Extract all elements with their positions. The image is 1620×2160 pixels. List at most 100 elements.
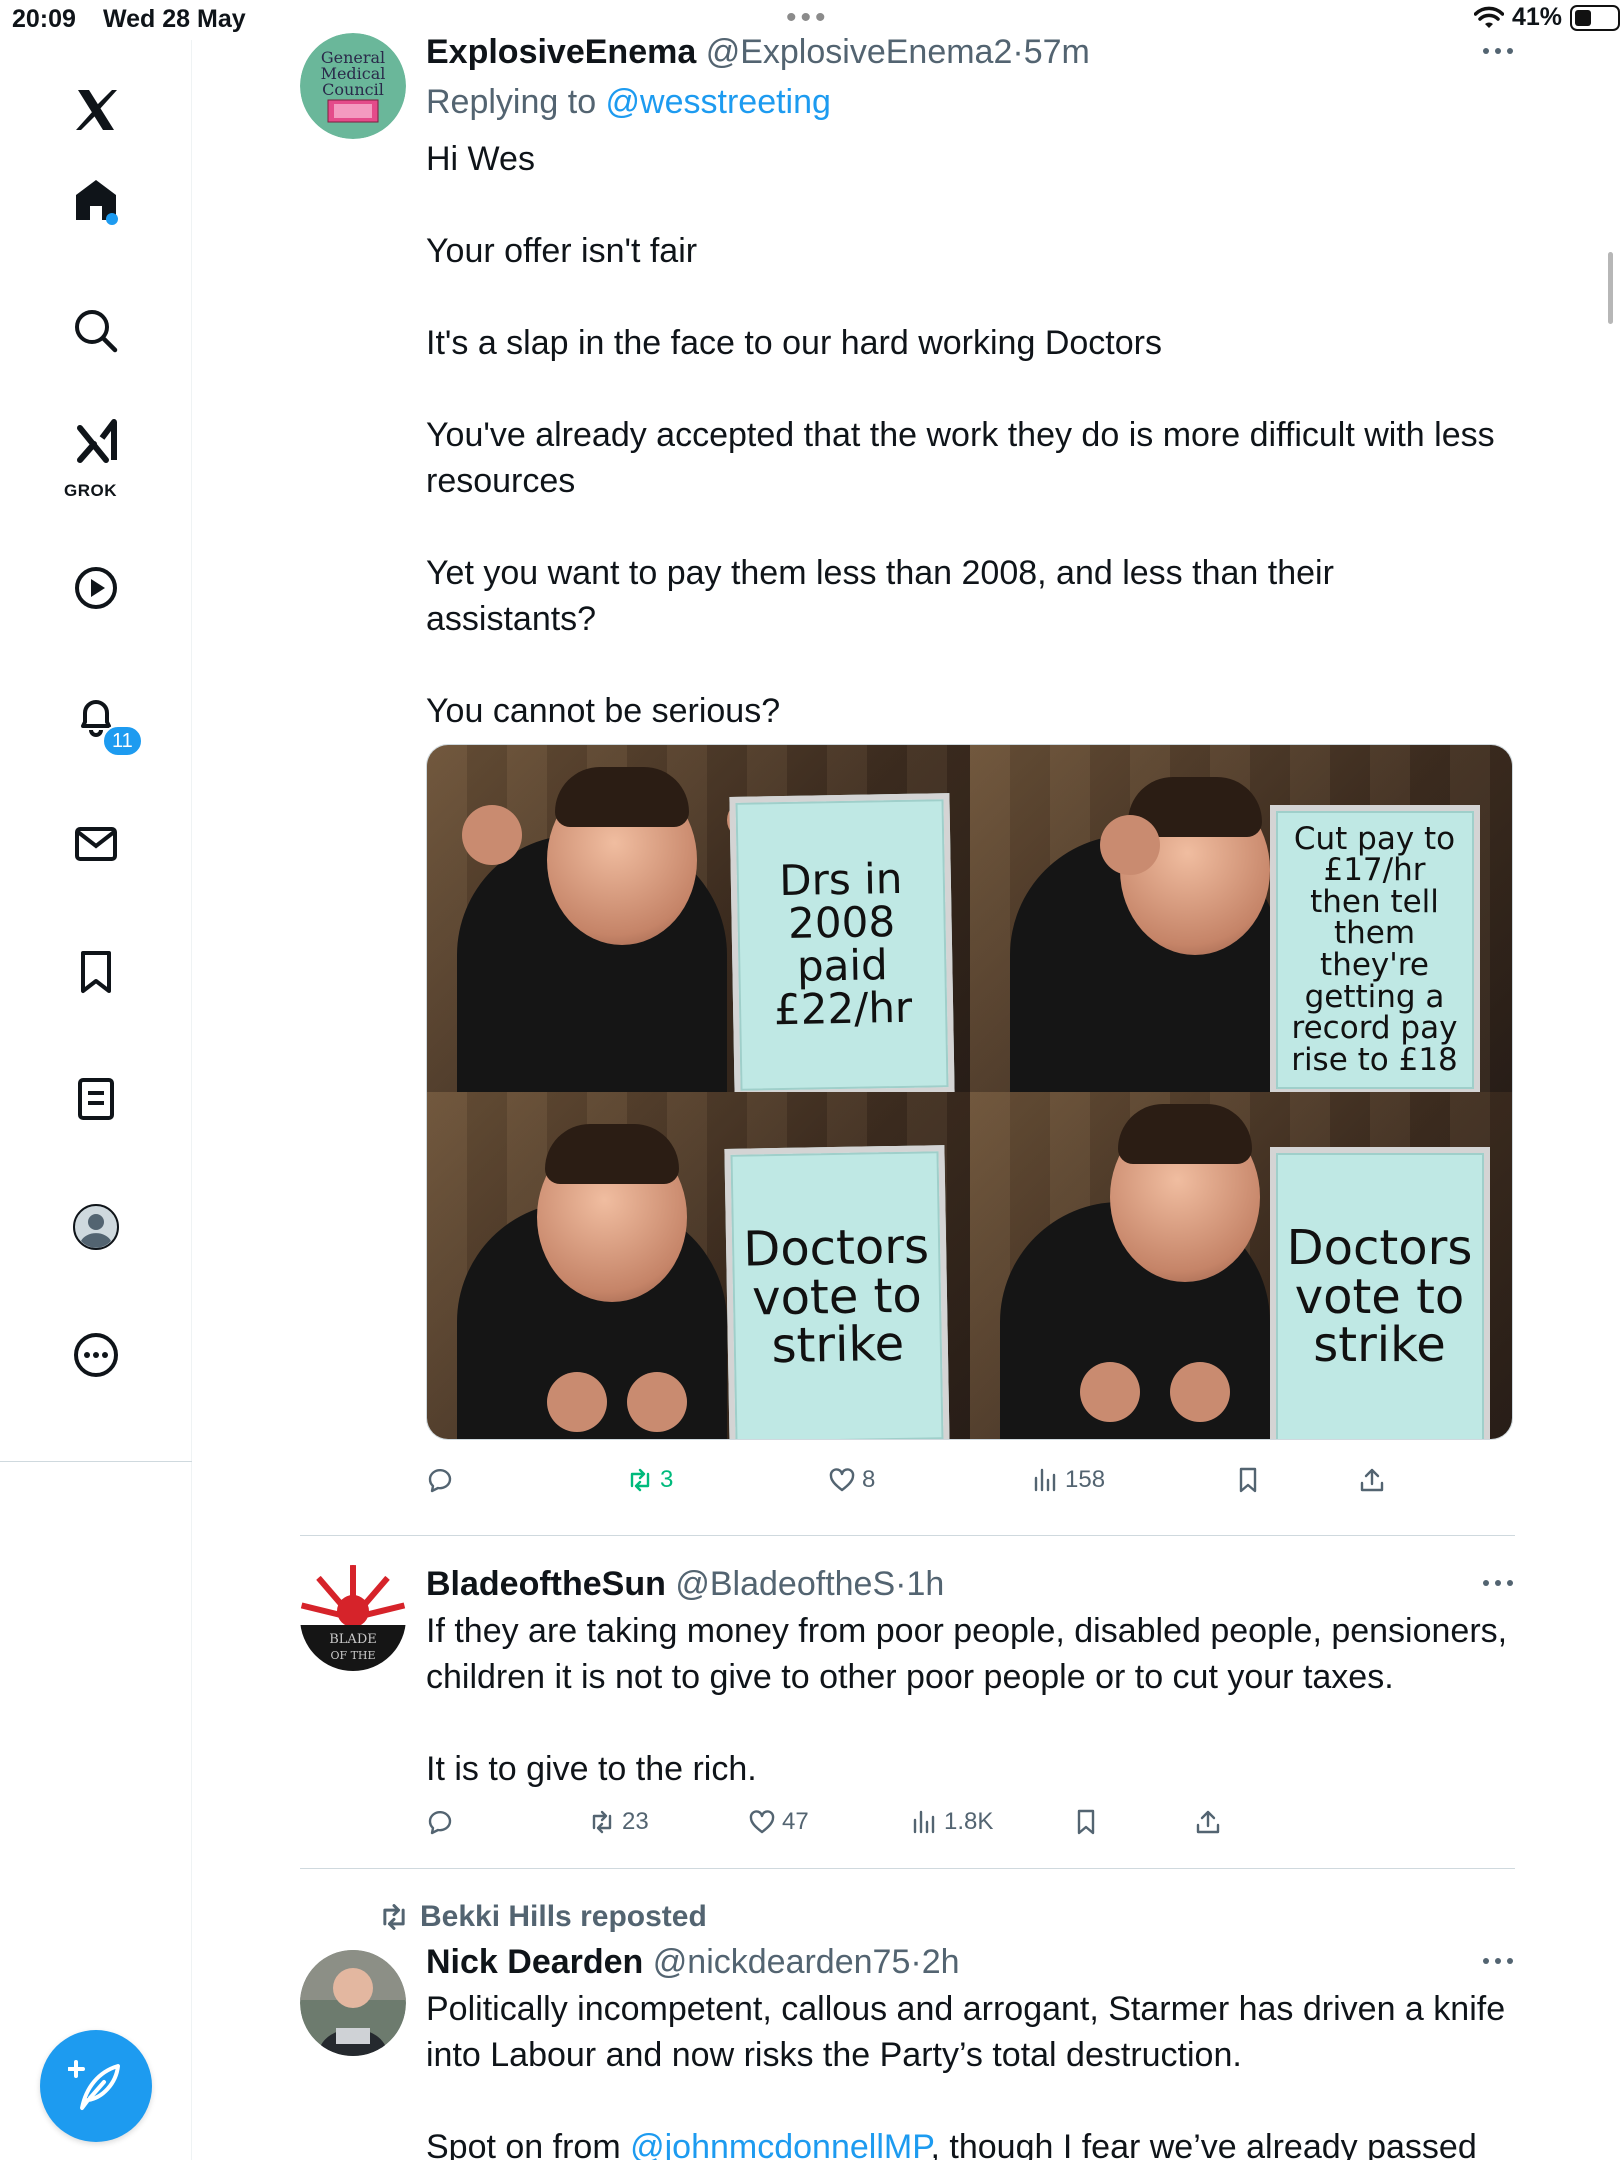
battery-percentage: 41% [1511,3,1562,31]
more-icon [74,1333,118,1377]
tweet-header: Nick Dearden @nickdearden75·2h [426,1940,1515,1984]
author-name[interactable]: Nick Dearden [426,1943,643,1981]
status-date: Wed 28 May [103,5,246,33]
tweet-more-button[interactable] [1475,1946,1515,1976]
repost-icon [630,1468,650,1492]
multitasking-dots-icon[interactable]: ••• [786,3,830,33]
meme-board-text: Drs in 2008 paid £22/hr [729,793,955,1092]
lists-icon [78,1078,114,1120]
separator-dot: · [910,1943,922,1981]
battery-icon [1570,4,1620,31]
reply-icon [428,1468,452,1493]
repost-button[interactable]: 23 [588,1808,649,1836]
sidebar-nav: GROK 11 [0,40,192,2160]
meme-panel: Doctors vote to strike [969,1092,1512,1439]
replying-to-mention[interactable]: @wesstreeting [606,83,831,121]
reply-button[interactable] [426,1808,460,1836]
sidebar-item-lists[interactable] [56,1059,136,1139]
svg-text:OF THE: OF THE [330,1649,375,1662]
sidebar-divider [0,1461,192,1462]
tweet-paragraph: If they are taking money from poor peopl… [426,1612,1508,1696]
tweet[interactable]: General Medical Council ExplosiveEnema @… [300,30,1515,1530]
repost-indicator[interactable]: Bekki Hills reposted [378,1895,707,1939]
like-button[interactable]: 47 [748,1808,809,1836]
views-count: 1.8K [944,1808,994,1835]
meme-board-text: Doctors vote to strike [1269,1147,1490,1439]
sidebar-item-home[interactable] [56,160,136,240]
repost-button[interactable]: 3 [626,1466,673,1494]
tweet[interactable]: BLADE OF THE BladeoftheSun @BladeoftheS·… [300,1562,1515,1862]
author-handle[interactable]: @nickdearden75 [653,1943,911,1981]
tweet[interactable]: Bekki Hills reposted Nick Dearden @nickd… [300,1895,1515,2160]
bookmark-button[interactable] [1072,1808,1100,1836]
sidebar-item-profile[interactable] [56,1187,136,1267]
views-count: 158 [1065,1466,1106,1493]
tweet-actions: 23 47 1.8K [426,1808,1515,1848]
general-medical-council-avatar-image: General Medical Council [300,33,406,139]
tweet-text-fragment: Spot on from [426,2128,631,2160]
tweet-time[interactable]: 2h [922,1943,960,1981]
sidebar-item-explore[interactable] [56,291,136,371]
bookmark-button[interactable] [1234,1466,1262,1494]
author-name[interactable]: BladeoftheSun [426,1565,666,1603]
video-icon [75,567,117,609]
tweet-paragraph: It is to give to the rich. [426,1750,757,1788]
sidebar-item-bookmarks[interactable] [56,932,136,1012]
nick-dearden-avatar-image [300,1950,406,2056]
meme-panel: Cut pay to £17/hr then tell them they're… [969,745,1512,1092]
like-count: 47 [782,1808,809,1835]
replying-to-line: Replying to @wesstreeting [426,80,1515,124]
bookmarks-icon [81,951,111,993]
sidebar-item-more[interactable] [56,1315,136,1395]
more-horizontal-icon [1483,1958,1513,1964]
x-logo[interactable] [56,70,136,150]
meme-board-text: Cut pay to £17/hr then tell them they're… [1269,805,1480,1092]
separator-dot: · [1012,33,1024,71]
tweet-time[interactable]: 57m [1024,33,1090,71]
avatar[interactable]: General Medical Council [300,33,406,139]
reply-button[interactable] [426,1466,460,1494]
tweet-divider [300,1535,1515,1536]
meme-board-text: Doctors vote to strike [724,1145,950,1439]
tweet-more-button[interactable] [1475,36,1515,66]
share-button[interactable] [1358,1466,1386,1494]
repost-count: 23 [622,1808,649,1835]
tweet-text-fragment: , though I fear we’ve already passed [930,2128,1477,2160]
more-horizontal-icon [1483,48,1513,54]
tweet-meme-image[interactable]: Drs in 2008 paid £22/hr Cut pay to £17/h… [426,744,1513,1440]
views-button[interactable]: 1.8K [910,1808,993,1836]
tweet-divider [300,1868,1515,1869]
tweet-text: Politically incompetent, callous and arr… [426,1986,1515,2160]
views-icon [1034,1468,1056,1492]
views-button[interactable]: 158 [1031,1466,1105,1494]
avatar[interactable] [300,1950,406,2056]
sidebar-item-messages[interactable] [56,804,136,884]
svg-text:BLADE: BLADE [329,1632,377,1647]
repost-icon [592,1810,612,1834]
repost-label: Bekki Hills reposted [420,1900,707,1933]
share-button[interactable] [1194,1808,1222,1836]
tweet-time[interactable]: 1h [906,1565,944,1603]
author-handle[interactable]: @ExplosiveEnema2 [706,33,1013,71]
tweet-header: ExplosiveEnema @ExplosiveEnema2·57m [426,30,1515,74]
scrollbar[interactable] [1608,252,1613,324]
sidebar-item-grok[interactable] [56,410,136,470]
like-count: 8 [862,1466,876,1493]
tweet-paragraph: Politically incompetent, callous and arr… [426,1990,1506,2074]
messages-icon [75,827,117,861]
mention-link[interactable]: @johnmcdonnellMP [630,2128,930,2160]
bookmark-icon [1239,1467,1257,1493]
more-horizontal-icon [1483,1580,1513,1586]
home-unread-dot [106,213,118,225]
reply-icon [428,1810,452,1835]
like-button[interactable]: 8 [828,1466,875,1494]
tweet-paragraph: You've already accepted that the work th… [426,416,1495,500]
avatar[interactable]: BLADE OF THE [300,1565,406,1671]
share-icon [1360,1468,1384,1492]
sidebar-item-video[interactable] [56,548,136,628]
tweet-more-button[interactable] [1475,1568,1515,1598]
tweet-paragraph: Yet you want to pay them less than 2008,… [426,554,1334,638]
author-handle[interactable]: @BladeoftheS [675,1565,895,1603]
compose-post-button[interactable] [40,2030,152,2142]
author-name[interactable]: ExplosiveEnema [426,33,696,71]
